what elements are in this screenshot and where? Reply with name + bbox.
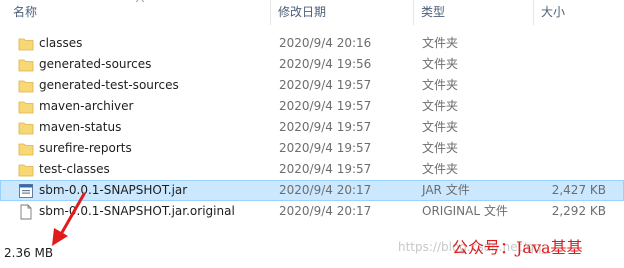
folder-icon <box>18 59 34 72</box>
list-item[interactable]: classes 2020/9/4 20:16 文件夹 <box>0 33 624 54</box>
file-date: 2020/9/4 20:17 <box>279 183 372 197</box>
list-item[interactable]: maven-archiver 2020/9/4 19:57 文件夹 <box>0 96 624 117</box>
file-name: classes <box>39 36 83 50</box>
column-divider[interactable] <box>413 0 414 25</box>
file-date: 2020/9/4 19:57 <box>279 78 372 92</box>
file-type: JAR 文件 <box>422 183 470 197</box>
column-name-header[interactable]: 名称 <box>13 0 37 25</box>
folder-icon <box>18 143 34 156</box>
file-name: maven-archiver <box>39 99 134 113</box>
file-name: maven-status <box>39 120 122 134</box>
list-item[interactable]: surefire-reports 2020/9/4 19:57 文件夹 <box>0 138 624 159</box>
column-date-header[interactable]: 修改日期 <box>278 0 326 25</box>
file-type: 文件夹 <box>422 57 459 71</box>
file-type: ORIGINAL 文件 <box>422 204 508 218</box>
wechat-caption: 公众号：Java基基 <box>452 238 583 257</box>
file-date: 2020/9/4 19:57 <box>279 99 372 113</box>
status-bar-selected-size: 2.36 MB <box>4 246 54 260</box>
file-name: generated-test-sources <box>39 78 179 92</box>
file-date: 2020/9/4 20:16 <box>279 36 372 50</box>
list-item[interactable]: generated-test-sources 2020/9/4 19:57 文件… <box>0 75 624 96</box>
file-name: surefire-reports <box>39 141 132 155</box>
file-date: 2020/9/4 19:57 <box>279 120 372 134</box>
list-item[interactable]: test-classes 2020/9/4 19:57 文件夹 <box>0 159 624 180</box>
jar-file-icon <box>19 184 33 198</box>
file-date: 2020/9/4 20:17 <box>279 204 372 218</box>
column-divider[interactable] <box>270 0 271 25</box>
column-type-header[interactable]: 类型 <box>421 0 445 25</box>
file-type: 文件夹 <box>422 78 459 92</box>
annotation-arrow-icon <box>52 192 86 246</box>
document-icon <box>20 204 32 220</box>
file-date: 2020/9/4 19:57 <box>279 162 372 176</box>
column-size-header[interactable]: 大小 <box>541 0 565 25</box>
file-type: 文件夹 <box>422 120 459 134</box>
file-type: 文件夹 <box>422 36 459 50</box>
file-type: 文件夹 <box>422 141 459 155</box>
column-header: 名称 修改日期 类型 大小 <box>0 0 624 25</box>
file-type: 文件夹 <box>422 162 459 176</box>
list-item[interactable]: generated-sources 2020/9/4 19:56 文件夹 <box>0 54 624 75</box>
file-size: 2,427 KB <box>551 183 606 197</box>
file-date: 2020/9/4 19:57 <box>279 141 372 155</box>
file-date: 2020/9/4 19:56 <box>279 57 372 71</box>
sort-ascending-icon <box>135 0 145 3</box>
folder-icon <box>18 164 34 177</box>
folder-icon <box>18 101 34 114</box>
file-type: 文件夹 <box>422 99 459 113</box>
list-item[interactable]: maven-status 2020/9/4 19:57 文件夹 <box>0 117 624 138</box>
file-size: 2,292 KB <box>551 204 606 218</box>
folder-icon <box>18 80 34 93</box>
file-name: generated-sources <box>39 57 152 71</box>
folder-icon <box>18 38 34 51</box>
file-name: test-classes <box>39 162 110 176</box>
column-divider[interactable] <box>533 0 534 25</box>
folder-icon <box>18 122 34 135</box>
